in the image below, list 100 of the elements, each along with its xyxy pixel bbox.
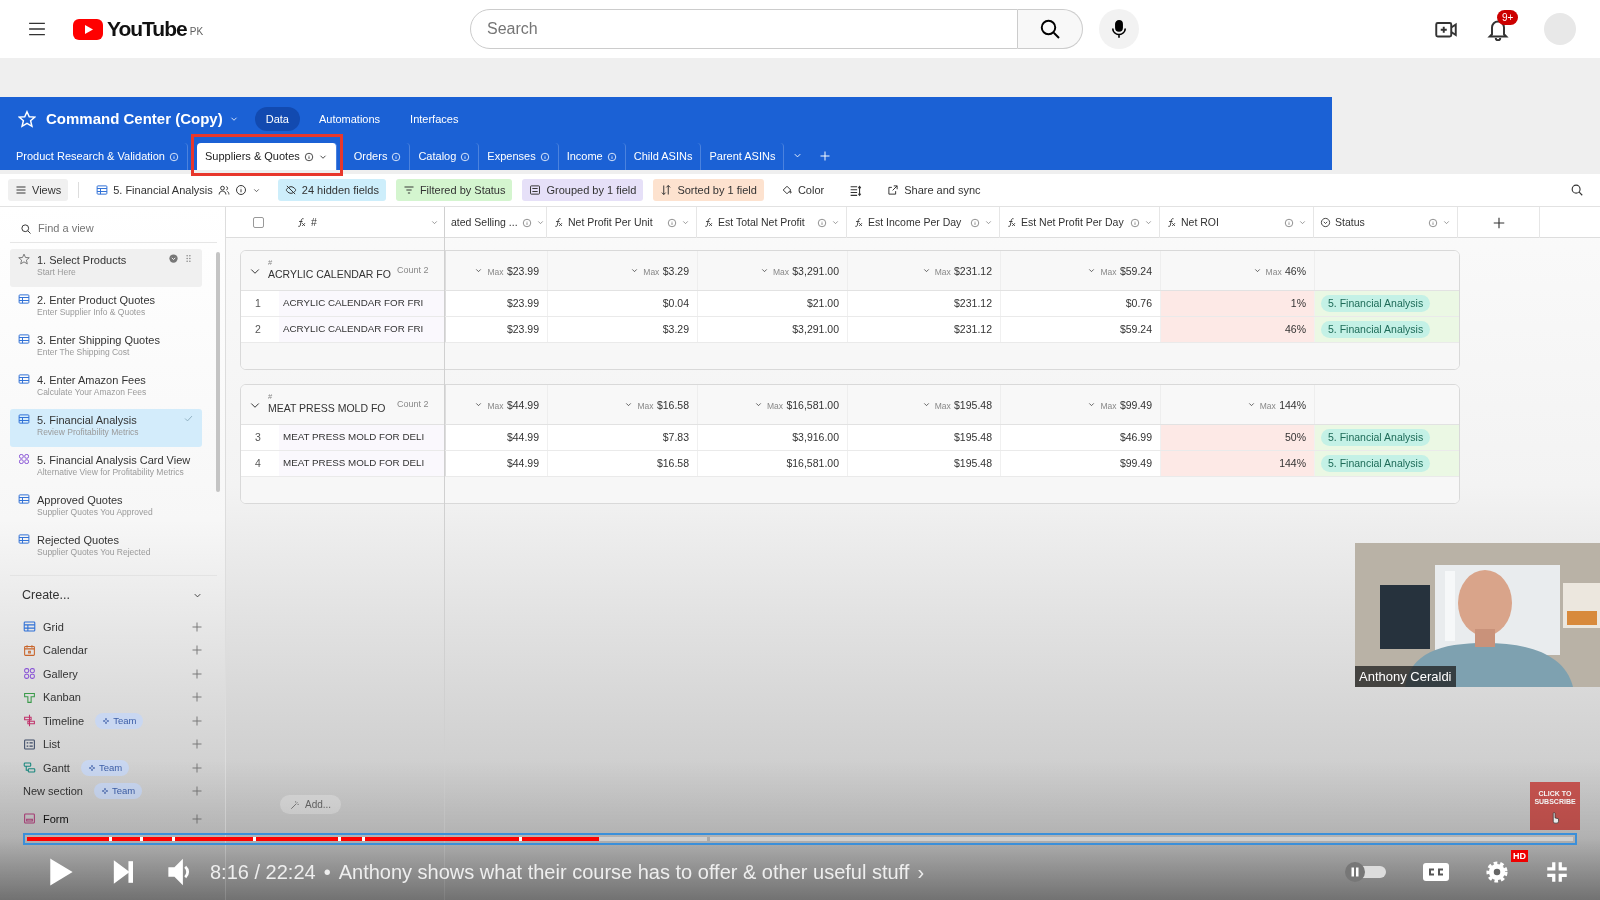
search-field[interactable]: Search — [470, 9, 1018, 49]
grid-icon — [23, 620, 36, 634]
table-tab[interactable]: Income — [558, 143, 626, 170]
summary-value: Max $231.12 — [934, 263, 992, 279]
status-dot-icon — [168, 253, 179, 264]
nav-tab[interactable]: Data — [254, 106, 300, 132]
share-button[interactable]: Share and sync — [880, 178, 988, 202]
microphone-button[interactable] — [1099, 9, 1139, 49]
toolbar-chip[interactable]: Grouped by 1 field — [522, 178, 644, 202]
add-icon[interactable] — [191, 738, 203, 751]
settings-icon — [1484, 859, 1510, 885]
star-icon[interactable] — [18, 110, 36, 128]
table-cell-text: $0.76 — [1125, 295, 1152, 311]
create-item[interactable]: Gantt — [43, 759, 70, 776]
formula-icon — [553, 217, 564, 228]
select-all-checkbox[interactable] — [252, 217, 264, 228]
info-icon — [169, 151, 179, 162]
summary-value: Max $3.29 — [643, 263, 689, 279]
add-icon[interactable] — [191, 785, 203, 798]
create-item[interactable]: Grid — [43, 618, 64, 635]
toolbar-chip[interactable]: Sorted by 1 field — [653, 178, 764, 202]
create-heading[interactable]: Create... — [22, 586, 70, 605]
table-tab[interactable]: Child ASINs — [625, 143, 702, 170]
search-icon[interactable] — [1570, 183, 1584, 197]
add-icon[interactable] — [191, 714, 203, 727]
progress-bar[interactable] — [23, 833, 1577, 845]
create-item[interactable]: Calendar — [43, 642, 88, 659]
table-cell-text: $3.29 — [662, 321, 689, 337]
formula-icon — [1166, 217, 1177, 228]
toolbar-chip[interactable]: 24 hidden fields — [277, 178, 386, 202]
time-display: 8:16 / 22:24 — [210, 860, 316, 885]
hide-icon — [284, 184, 297, 196]
table-tab[interactable]: Product Research & Validation — [8, 143, 188, 170]
captions-button[interactable] — [1422, 861, 1450, 883]
add-icon[interactable] — [191, 644, 203, 657]
create-item[interactable]: Gallery — [43, 665, 78, 682]
view-item[interactable]: 5. Financial Analysis Card View Alternative View for Profitability Metrics — [10, 449, 202, 487]
add-icon[interactable] — [191, 812, 203, 825]
menu-icon[interactable] — [26, 20, 48, 38]
table-tab[interactable]: Expenses — [479, 143, 559, 170]
column-header[interactable]: ated Selling ... — [451, 214, 518, 231]
table-cell-text: $16,581.00 — [786, 455, 839, 471]
table-cell: MEAT PRESS MOLD FOR DELI — [283, 430, 425, 445]
create-item[interactable]: Form — [43, 810, 69, 827]
add-icon[interactable] — [191, 620, 203, 633]
chevron-down-icon — [921, 266, 931, 275]
nav-tab[interactable]: Interfaces — [399, 106, 470, 132]
column-header[interactable]: Est Total Net Profit — [718, 214, 805, 231]
view-item[interactable]: 1. Select Products Start Here — [10, 249, 202, 287]
grid-icon — [18, 493, 30, 505]
filter-icon — [402, 184, 415, 196]
table-tab[interactable]: Suppliers & Quotes — [197, 143, 337, 170]
column-header[interactable]: # — [311, 214, 317, 231]
add-icon[interactable] — [191, 691, 203, 704]
team-badge: Team — [80, 759, 130, 776]
add-column-icon[interactable] — [1491, 215, 1506, 230]
view-item[interactable]: 3. Enter Shipping Quotes Enter The Shipping Cost — [10, 329, 202, 367]
create-item[interactable]: Kanban — [43, 689, 81, 706]
view-selector[interactable]: 5. Financial Analysis — [89, 178, 268, 202]
sparkle-icon — [87, 763, 96, 772]
create-item[interactable]: New section — [23, 783, 83, 800]
add-icon[interactable] — [191, 667, 203, 680]
table-tab[interactable]: Orders — [345, 143, 411, 170]
color-button[interactable]: Color — [773, 178, 832, 202]
logo-text[interactable]: YouTube — [107, 13, 187, 45]
column-header[interactable]: Est Net Profit Per Day — [1021, 214, 1124, 231]
settings-button[interactable] — [1484, 859, 1510, 885]
view-item[interactable]: Approved Quotes Supplier Quotes You Approved — [10, 489, 202, 527]
view-item[interactable]: 2. Enter Product Quotes Enter Supplier Info & Quotes — [10, 289, 202, 327]
column-header[interactable]: Status — [1335, 214, 1365, 231]
table-tab[interactable]: Catalog — [410, 143, 480, 170]
create-item[interactable]: Timeline — [43, 712, 85, 729]
table-cell-text: $231.12 — [954, 295, 992, 311]
play-logo-icon[interactable] — [73, 18, 103, 40]
view-item[interactable]: Rejected Quotes Supplier Quotes You Rejected — [10, 529, 202, 567]
add-table-icon[interactable] — [819, 149, 832, 162]
row-height-icon[interactable] — [849, 183, 863, 197]
nav-tab[interactable]: Automations — [307, 106, 392, 132]
chevron-down-icon — [1252, 266, 1262, 275]
search-button[interactable] — [1018, 9, 1083, 49]
chevron-down-icon — [474, 266, 484, 275]
toolbar-chip[interactable]: Filtered by Status — [395, 178, 513, 202]
column-header[interactable]: Est Income Per Day — [868, 214, 962, 231]
table-tab[interactable]: Parent ASINs — [701, 143, 785, 170]
view-item[interactable]: 4. Enter Amazon Fees Calculate Your Amazon Fees — [10, 369, 202, 407]
summary-value: Max 144% — [1259, 397, 1306, 413]
base-title[interactable]: Command Center (Copy) — [46, 107, 223, 131]
autoplay-toggle[interactable] — [1344, 861, 1388, 883]
table-cell-text: $3,916.00 — [792, 429, 839, 445]
create-item[interactable]: List — [43, 736, 61, 753]
exit-fullscreen-button[interactable] — [1544, 859, 1570, 885]
column-header[interactable]: Net ROI — [1181, 214, 1219, 231]
status-field-icon — [1320, 217, 1331, 228]
view-item[interactable]: 5. Financial Analysis Review Profitability Metrics — [10, 409, 202, 447]
views-button[interactable]: Views — [8, 178, 69, 202]
add-icon[interactable] — [191, 761, 203, 774]
row-number: 4 — [255, 455, 261, 471]
find-view-field[interactable]: Find a view — [32, 218, 202, 239]
status-tag: 5. Financial Analysis — [1321, 428, 1431, 447]
column-header[interactable]: Net Profit Per Unit — [568, 214, 653, 231]
